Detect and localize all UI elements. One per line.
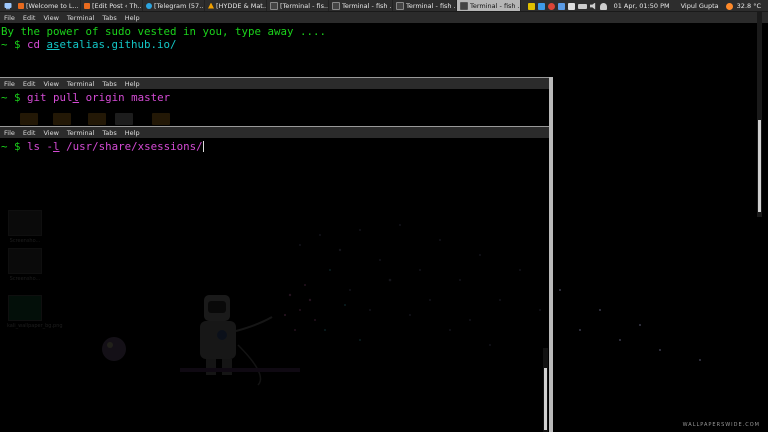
terminal-window-3[interactable]: File Edit View Terminal Tabs Help ~ $ ls… [0,126,553,432]
menu-view[interactable]: View [43,80,58,88]
terminal-menubar: File Edit View Terminal Tabs Help [0,12,768,23]
menu-terminal[interactable]: Terminal [67,80,94,88]
command-arg: etalias.github.io/ [59,38,177,51]
temperature: 32.8 °C [736,2,761,10]
taskbar-item[interactable]: Terminal - fish ... [393,0,457,11]
taskbar-item[interactable]: Terminal - fish ... [329,0,393,11]
menu-tabs[interactable]: Tabs [102,129,116,137]
taskbar-item[interactable]: [HYDDE & Mat... [205,0,267,11]
command: git [27,91,54,104]
taskbar-item[interactable]: [Telegram (57... [143,0,205,11]
taskbar-item-active[interactable]: Terminal - fish ... [457,0,521,11]
taskbar-item[interactable]: [Welcome to L... [15,0,81,11]
system-tray: 01 Apr, 01:50 PM Vipul Gupta 32.8 °C [527,0,768,12]
menu-terminal[interactable]: Terminal [67,129,94,137]
menu-edit[interactable]: Edit [23,80,36,88]
firefox-icon [18,2,24,9]
taskbar-item[interactable]: [Edit Post ‹ Th... [81,0,143,11]
text-cursor [202,141,204,152]
volume-icon[interactable] [589,2,596,10]
notes-icon[interactable] [527,2,535,10]
menu-terminal[interactable]: Terminal [67,14,94,22]
battery-icon[interactable] [577,3,587,9]
command-arg: pul [53,91,73,104]
menu-view[interactable]: View [43,129,58,137]
menu-help[interactable]: Help [125,14,140,22]
wallpaper-watermark: WALLPAPERSWIDE.COM [682,422,760,428]
notification-icon[interactable] [599,2,607,10]
command-arg: origin master [79,91,171,104]
dropbox-icon[interactable] [537,2,545,10]
clock[interactable]: 01 Apr, 01:50 PM [614,2,670,10]
chrome-icon[interactable] [547,2,555,10]
user-name[interactable]: Vipul Gupta [681,2,719,10]
menu-help[interactable]: Help [125,80,140,88]
terminal-icon [270,1,278,10]
terminal-icon [396,1,404,10]
scrollbar-thumb[interactable] [544,368,547,430]
vlc-icon [208,2,214,9]
menu-view[interactable]: View [43,14,58,22]
terminal-menubar: File Edit View Terminal Tabs Help [0,77,549,89]
menu-file[interactable]: File [4,14,15,22]
firefox-icon [84,2,90,9]
command: ls [27,140,47,153]
menu-file[interactable]: File [4,129,15,137]
terminal-output[interactable]: By the power of sudo vested in you, type… [0,25,768,51]
menu-tabs[interactable]: Tabs [102,14,116,22]
terminal-output[interactable]: ~ $ git pull origin master [0,91,549,104]
menu-edit[interactable]: Edit [23,129,36,137]
menu-edit[interactable]: Edit [23,14,36,22]
taskbar-item[interactable]: [Terminal - fis... [267,0,329,11]
command-arg: /usr/share/xsessions/ [59,140,203,153]
network-icon[interactable] [567,2,575,10]
shield-icon[interactable] [557,2,565,10]
top-panel: [Welcome to L... [Edit Post ‹ Th... [Tel… [0,0,768,12]
greeting-line: By the power of sudo vested in you, type… [1,25,327,38]
menu-file[interactable]: File [4,80,15,88]
command: cd [27,38,47,51]
app-menu-icon[interactable] [3,1,13,11]
prompt: ~ $ [1,140,28,153]
terminal-menubar: File Edit View Terminal Tabs Help [0,126,549,138]
scrollbar[interactable] [543,348,548,432]
telegram-icon [146,2,152,9]
weather-icon [725,2,733,10]
command-arg: as [46,38,60,51]
prompt: ~ $ [1,38,28,51]
menu-help[interactable]: Help [125,129,140,137]
terminal-icon [460,1,468,10]
terminal-output[interactable]: ~ $ ls -l /usr/share/xsessions/ [0,140,549,153]
terminal-icon [332,1,340,10]
prompt: ~ $ [1,91,28,104]
menu-tabs[interactable]: Tabs [102,80,116,88]
